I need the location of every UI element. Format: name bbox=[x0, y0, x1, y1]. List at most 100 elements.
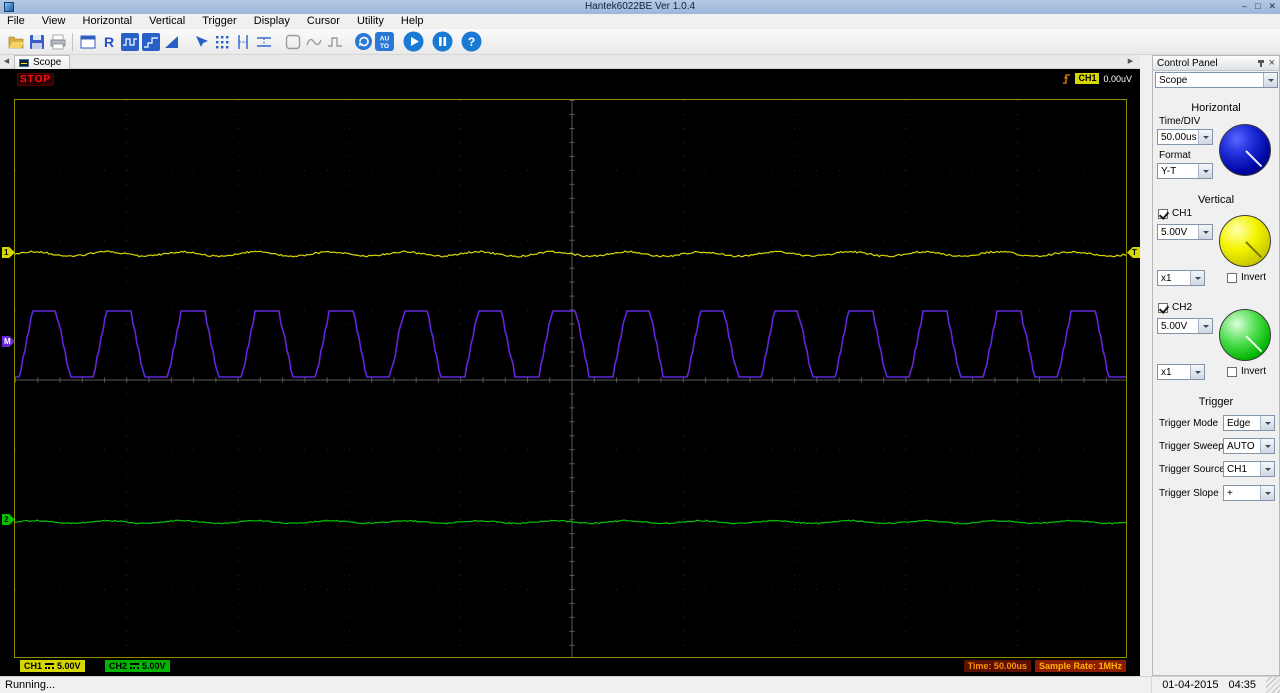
close-button[interactable]: ✕ bbox=[1268, 0, 1276, 13]
menu-item-horizontal[interactable]: Horizontal bbox=[76, 14, 140, 29]
square-wave-icon[interactable] bbox=[119, 31, 140, 52]
trigger-edge-icon bbox=[1063, 74, 1071, 84]
control-panel-header: Control Panel × bbox=[1153, 56, 1279, 71]
menu-item-trigger[interactable]: Trigger bbox=[195, 14, 243, 29]
vertical-section-title: Vertical bbox=[1197, 194, 1235, 206]
ch1-volts-div-select[interactable]: 5.00V bbox=[1157, 224, 1213, 240]
ch2-position-knob[interactable] bbox=[1219, 309, 1271, 361]
refresh-icon[interactable] bbox=[353, 31, 374, 52]
format-select[interactable]: Y-T bbox=[1157, 163, 1213, 179]
ch1-invert-row: Invert bbox=[1227, 272, 1266, 283]
reference-wave-icon[interactable]: R bbox=[98, 31, 119, 52]
panel-close-icon[interactable]: × bbox=[1269, 57, 1275, 69]
ch2-probe-select[interactable]: x1 bbox=[1157, 364, 1205, 380]
control-panel: Control Panel × Scope Horizontal Time/DI… bbox=[1152, 55, 1280, 676]
trigger-source-select[interactable]: CH1 bbox=[1223, 461, 1275, 477]
minimize-button[interactable]: – bbox=[1242, 0, 1247, 13]
menu-item-file[interactable]: File bbox=[0, 14, 32, 29]
tab-bar: ◀ Scope ▶ bbox=[0, 55, 1140, 69]
dropdown-arrow-icon bbox=[1190, 271, 1204, 285]
trigger-mode-select[interactable]: Edge bbox=[1223, 415, 1275, 431]
ch2-invert-row: Invert bbox=[1227, 366, 1266, 377]
scope-bottom-readouts: CH1 5.00V CH2 5.00V Time: 50.00us Sample… bbox=[0, 660, 1140, 674]
ch1-invert-checkbox[interactable] bbox=[1227, 272, 1237, 283]
ch1-enable-checkbox[interactable] bbox=[1158, 208, 1168, 219]
start-icon[interactable] bbox=[403, 31, 424, 52]
help-icon[interactable]: ? bbox=[461, 31, 482, 52]
dropdown-arrow-icon bbox=[1198, 319, 1212, 333]
scope-tab-icon bbox=[19, 58, 29, 67]
dropdown-arrow-icon bbox=[1263, 73, 1277, 87]
ch1-label: CH1 bbox=[1172, 208, 1193, 219]
title-bar: Hantek6022BE Ver 1.0.4 – □ ✕ bbox=[0, 0, 1280, 14]
ch1-invert-label: Invert bbox=[1241, 272, 1267, 283]
menu-item-help[interactable]: Help bbox=[394, 14, 431, 29]
tab-scroll-left-icon[interactable]: ◀ bbox=[1, 55, 12, 68]
maximize-button[interactable]: □ bbox=[1255, 0, 1260, 13]
pin-icon[interactable] bbox=[1257, 59, 1264, 67]
ch2-scale-readout: CH2 5.00V bbox=[105, 660, 170, 672]
ch1-enable-row: CH1 bbox=[1158, 208, 1192, 219]
dropdown-arrow-icon bbox=[1260, 416, 1274, 430]
grid-icon[interactable] bbox=[211, 31, 232, 52]
acquisition-status: STOP bbox=[17, 73, 55, 86]
svg-text:TO: TO bbox=[380, 43, 389, 50]
status-bar: Running... 01-04-2015 04:35 bbox=[0, 676, 1280, 693]
trigger-sweep-label: Trigger Sweep bbox=[1159, 441, 1224, 452]
horizontal-section-title: Horizontal bbox=[1191, 102, 1241, 114]
trigger-level-marker[interactable]: T bbox=[1127, 247, 1140, 258]
save-icon[interactable] bbox=[26, 31, 47, 52]
trigger-readout: CH1 0.00uV bbox=[1062, 73, 1132, 84]
new-window-icon[interactable] bbox=[77, 31, 98, 52]
trigger-mode-label: Trigger Mode bbox=[1159, 418, 1219, 429]
dropdown-arrow-icon bbox=[1260, 462, 1274, 476]
format-label: Format bbox=[1159, 150, 1191, 161]
ch2-invert-label: Invert bbox=[1241, 366, 1267, 377]
dc-coupling-icon bbox=[45, 663, 55, 669]
pause-icon[interactable] bbox=[432, 31, 453, 52]
cursor-icon[interactable] bbox=[190, 31, 211, 52]
ch1-probe-select[interactable]: x1 bbox=[1157, 270, 1205, 286]
resize-grip-icon[interactable] bbox=[1266, 677, 1280, 693]
menu-item-view[interactable]: View bbox=[35, 14, 73, 29]
trigger-slope-label: Trigger Slope bbox=[1159, 488, 1219, 499]
dropdown-arrow-icon bbox=[1198, 225, 1212, 239]
step-wave-icon[interactable] bbox=[140, 31, 161, 52]
open-icon[interactable] bbox=[5, 31, 26, 52]
ramp-wave-icon[interactable] bbox=[161, 31, 182, 52]
tab-scope[interactable]: Scope bbox=[14, 55, 71, 69]
time-div-label: Time/DIV bbox=[1159, 116, 1201, 127]
ch2-invert-checkbox[interactable] bbox=[1227, 366, 1237, 377]
wave-b-icon bbox=[324, 31, 345, 52]
ch2-enable-row: CH2 bbox=[1158, 302, 1192, 313]
app-icon bbox=[4, 2, 14, 12]
menu-item-vertical[interactable]: Vertical bbox=[142, 14, 192, 29]
toolbar: R AU TO ? bbox=[0, 29, 1280, 55]
toolbar-separator bbox=[72, 32, 73, 51]
scope-graticule-and-waveforms bbox=[14, 99, 1127, 658]
ch2-label: CH2 bbox=[1172, 302, 1193, 313]
menu-item-utility[interactable]: Utility bbox=[350, 14, 391, 29]
print-icon[interactable] bbox=[47, 31, 68, 52]
vertical-cursors-icon[interactable] bbox=[232, 31, 253, 52]
status-text: Running... bbox=[5, 679, 56, 691]
menu-item-display[interactable]: Display bbox=[247, 14, 297, 29]
panel-mode-select[interactable]: Scope bbox=[1155, 72, 1278, 88]
trigger-sweep-select[interactable]: AUTO bbox=[1223, 438, 1275, 454]
tab-scroll-right-icon[interactable]: ▶ bbox=[1125, 55, 1136, 68]
dropdown-arrow-icon bbox=[1198, 130, 1212, 144]
status-time: 04:35 bbox=[1228, 679, 1256, 691]
ch2-volts-div-select[interactable]: 5.00V bbox=[1157, 318, 1213, 334]
ch2-enable-checkbox[interactable] bbox=[1158, 302, 1168, 313]
frame-icon bbox=[282, 31, 303, 52]
auto-set-icon[interactable]: AU TO bbox=[374, 31, 395, 52]
ch1-position-knob[interactable] bbox=[1219, 215, 1271, 267]
horizontal-cursors-icon[interactable] bbox=[253, 31, 274, 52]
time-div-select[interactable]: 50.00us bbox=[1157, 129, 1213, 145]
menu-item-cursor[interactable]: Cursor bbox=[300, 14, 347, 29]
ch1-scale-readout: CH1 5.00V bbox=[20, 660, 85, 672]
horizontal-position-knob[interactable] bbox=[1219, 124, 1271, 176]
scope-display-region: STOP CH1 0.00uV 1 M 2 T CH1 5.00V CH2 5.… bbox=[0, 69, 1140, 676]
trigger-level-value: 0.00uV bbox=[1103, 73, 1132, 84]
trigger-slope-select[interactable]: + bbox=[1223, 485, 1275, 501]
